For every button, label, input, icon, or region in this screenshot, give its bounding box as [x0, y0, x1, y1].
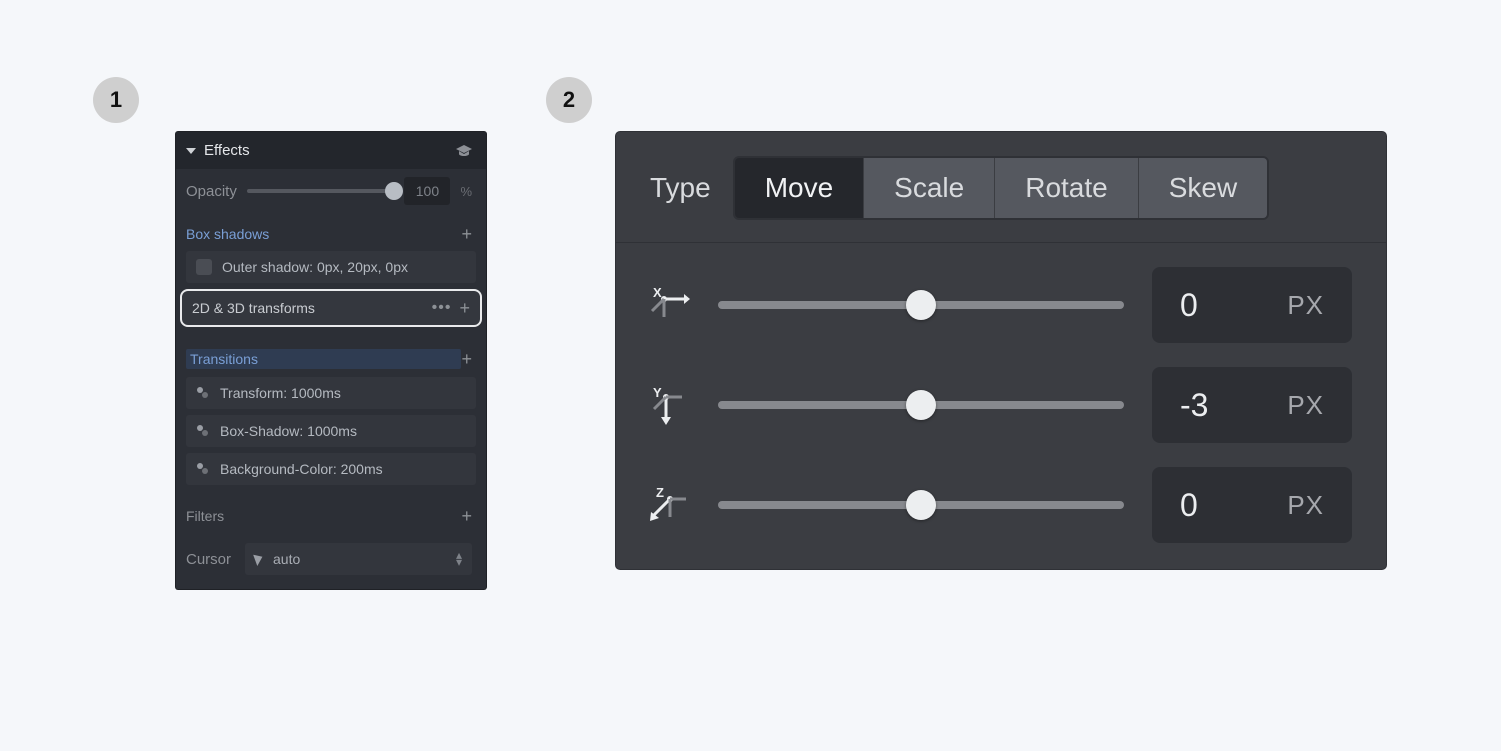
- axis-x-icon: X: [650, 285, 690, 325]
- transition-item-label: Box-Shadow: 1000ms: [220, 423, 357, 439]
- svg-text:X: X: [653, 285, 662, 300]
- select-chevrons-icon: ▴▾: [456, 552, 462, 566]
- axis-z-unit: PX: [1287, 490, 1324, 521]
- cursor-select[interactable]: auto ▴▾: [245, 543, 472, 575]
- axis-y-value-box[interactable]: -3 PX: [1152, 367, 1352, 443]
- axis-x-value: 0: [1180, 287, 1287, 324]
- transform-type-segmented: Move Scale Rotate Skew: [733, 156, 1269, 220]
- cursor-label: Cursor: [186, 551, 231, 568]
- axis-y-icon: Y: [650, 385, 690, 425]
- transforms-section[interactable]: 2D & 3D transforms ••• +: [180, 289, 482, 327]
- axis-y-slider[interactable]: [718, 401, 1124, 409]
- layers-icon: [196, 386, 210, 400]
- axis-y-row: Y -3 PX: [616, 343, 1386, 443]
- layers-icon: [196, 462, 210, 476]
- seg-skew[interactable]: Skew: [1139, 158, 1267, 218]
- transform-panel: Type Move Scale Rotate Skew X 0 PX Y: [616, 132, 1386, 569]
- graduation-cap-icon[interactable]: [456, 145, 472, 157]
- transform-type-row: Type Move Scale Rotate Skew: [616, 132, 1386, 243]
- axis-x-thumb[interactable]: [906, 290, 936, 320]
- box-shadow-item-label: Outer shadow: 0px, 20px, 0px: [222, 259, 408, 275]
- collapse-triangle-icon[interactable]: [186, 148, 196, 154]
- axis-z-icon: Z: [650, 485, 690, 525]
- axis-y-unit: PX: [1287, 390, 1324, 421]
- transitions-section-head: Transitions +: [176, 337, 486, 377]
- seg-rotate[interactable]: Rotate: [995, 158, 1139, 218]
- transition-item[interactable]: Transform: 1000ms: [186, 377, 476, 409]
- pointer-icon: [253, 552, 265, 566]
- svg-text:Y: Y: [653, 385, 662, 400]
- cursor-row: Cursor auto ▴▾: [176, 533, 486, 589]
- opacity-label: Opacity: [186, 183, 237, 200]
- axis-x-unit: PX: [1287, 290, 1324, 321]
- effects-title: Effects: [204, 142, 448, 159]
- svg-text:Z: Z: [656, 485, 664, 500]
- axis-z-thumb[interactable]: [906, 490, 936, 520]
- add-transform-button[interactable]: +: [459, 299, 470, 317]
- add-box-shadow-button[interactable]: +: [461, 225, 472, 243]
- transitions-title[interactable]: Transitions: [186, 349, 461, 369]
- box-shadow-item[interactable]: Outer shadow: 0px, 20px, 0px: [186, 251, 476, 283]
- axis-z-value-box[interactable]: 0 PX: [1152, 467, 1352, 543]
- axis-x-row: X 0 PX: [616, 243, 1386, 343]
- opacity-row: Opacity 100 %: [176, 169, 486, 213]
- transition-item[interactable]: Box-Shadow: 1000ms: [186, 415, 476, 447]
- box-shadows-title[interactable]: Box shadows: [186, 226, 461, 242]
- step-badge-2: 2: [546, 77, 592, 123]
- filters-section-head: Filters +: [176, 491, 486, 533]
- add-filter-button[interactable]: +: [461, 507, 472, 525]
- seg-move[interactable]: Move: [735, 158, 864, 218]
- axis-y-value: -3: [1180, 387, 1287, 424]
- transition-item-label: Transform: 1000ms: [220, 385, 341, 401]
- opacity-unit: %: [460, 184, 472, 199]
- layers-icon: [196, 424, 210, 438]
- transition-item-label: Background-Color: 200ms: [220, 461, 383, 477]
- axis-x-slider[interactable]: [718, 301, 1124, 309]
- opacity-slider-thumb[interactable]: [385, 182, 403, 200]
- effects-panel-header[interactable]: Effects: [176, 132, 486, 169]
- axis-y-thumb[interactable]: [906, 390, 936, 420]
- transition-item[interactable]: Background-Color: 200ms: [186, 453, 476, 485]
- seg-scale[interactable]: Scale: [864, 158, 995, 218]
- shadow-color-swatch[interactable]: [196, 259, 212, 275]
- axis-x-value-box[interactable]: 0 PX: [1152, 267, 1352, 343]
- axis-z-slider[interactable]: [718, 501, 1124, 509]
- axis-z-row: Z 0 PX: [616, 443, 1386, 543]
- axis-z-value: 0: [1180, 487, 1287, 524]
- filters-title[interactable]: Filters: [186, 508, 461, 524]
- effects-panel: Effects Opacity 100 % Box shadows + Oute…: [176, 132, 486, 589]
- transforms-title: 2D & 3D transforms: [192, 300, 432, 316]
- step-badge-1: 1: [93, 77, 139, 123]
- box-shadows-section-head: Box shadows +: [176, 213, 486, 251]
- transforms-more-button[interactable]: •••: [432, 299, 452, 317]
- opacity-value[interactable]: 100: [404, 177, 450, 205]
- cursor-value: auto: [273, 551, 300, 567]
- add-transition-button[interactable]: +: [461, 350, 472, 368]
- type-label: Type: [650, 172, 711, 204]
- opacity-slider[interactable]: [247, 189, 395, 193]
